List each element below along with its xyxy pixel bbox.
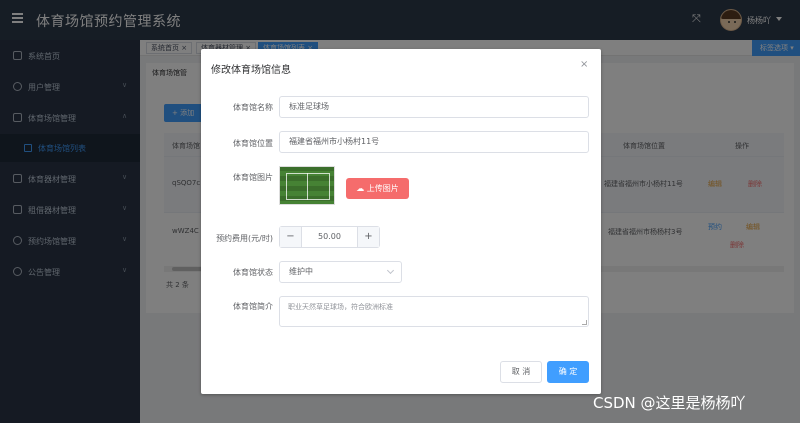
status-select[interactable]: 维护中	[279, 261, 402, 283]
name-label: 体育馆名称	[233, 103, 273, 112]
dialog-title: 修改体育场馆信息	[211, 65, 291, 76]
venue-image	[279, 166, 335, 205]
cloud-upload-icon: ☁	[356, 184, 365, 193]
location-label: 体育馆位置	[233, 139, 273, 148]
fee-stepper: − 50.00 +	[279, 226, 380, 248]
watermark-text: CSDN @这里是杨杨吖	[593, 394, 746, 412]
upload-button-label: 上传图片	[366, 184, 399, 193]
chevron-down-icon	[386, 266, 395, 275]
image-label: 体育馆图片	[233, 173, 273, 182]
fee-input[interactable]: 50.00	[302, 227, 357, 247]
upload-button[interactable]: ☁ 上传图片	[346, 178, 409, 199]
status-select-value: 维护中	[289, 267, 313, 276]
intro-textarea[interactable]: 职业天然草足球场，符合欧洲标准	[279, 296, 589, 327]
increase-button[interactable]: +	[357, 227, 379, 247]
resize-handle-icon[interactable]	[582, 320, 587, 325]
decrease-button[interactable]: −	[280, 227, 302, 247]
edit-venue-dialog: 修改体育场馆信息 × 体育馆名称 标准足球场 体育馆位置 福建省福州市小杨村11…	[201, 49, 601, 394]
intro-label: 体育馆简介	[233, 302, 273, 311]
status-label: 体育馆状态	[233, 268, 273, 277]
cancel-button[interactable]: 取 消	[500, 361, 542, 383]
name-input[interactable]: 标准足球场	[279, 96, 589, 118]
fee-label: 预约费用(元/时)	[216, 234, 273, 243]
close-icon[interactable]: ×	[580, 59, 588, 70]
location-input[interactable]: 福建省福州市小杨村11号	[279, 131, 589, 153]
intro-textarea-value: 职业天然草足球场，符合欧洲标准	[288, 303, 393, 311]
confirm-button[interactable]: 确 定	[547, 361, 589, 383]
